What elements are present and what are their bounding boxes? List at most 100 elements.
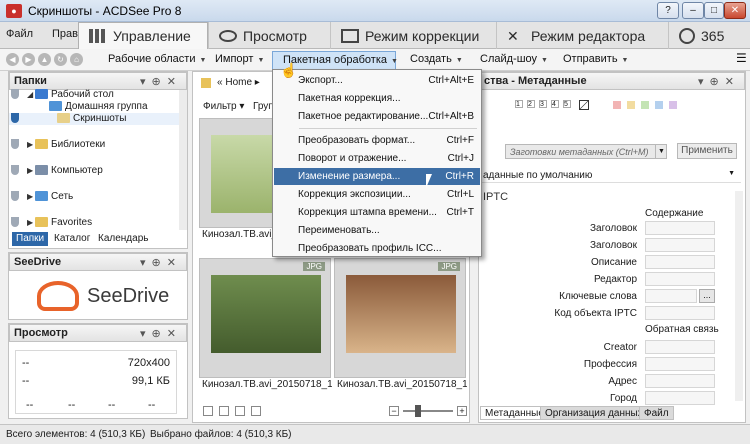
clear-label-icon[interactable] [579, 100, 589, 110]
close-button[interactable]: ✕ [724, 2, 746, 19]
tab-365[interactable]: 365 [668, 22, 750, 49]
field-input[interactable] [645, 255, 715, 269]
maximize-button[interactable]: □ [704, 2, 724, 19]
rating-3[interactable]: 3 [539, 100, 547, 108]
tab-catalog[interactable]: Каталог [50, 232, 94, 246]
menu-item-convert[interactable]: Преобразовать формат... Ctrl+F [274, 132, 480, 149]
refresh-icon[interactable]: ↻ [54, 53, 67, 66]
rotate-right-icon[interactable] [235, 406, 245, 416]
expand-icon[interactable]: ▶ [27, 166, 35, 175]
field-input[interactable] [645, 221, 715, 235]
minimize-button[interactable]: – [682, 2, 704, 19]
pin-icon[interactable]: ▾⊕✕ [140, 327, 182, 340]
rating-2[interactable]: 2 [527, 100, 535, 108]
menu-edit[interactable]: Прав [52, 28, 78, 40]
more-icon[interactable]: ☰ [736, 51, 747, 65]
field-input[interactable] [645, 306, 715, 320]
tree-item-computer[interactable]: ▶ Компьютер [11, 165, 103, 177]
color-label-green[interactable] [641, 101, 649, 109]
home-icon[interactable]: ⌂ [70, 53, 83, 66]
seedrive-logo: SeeDrive [87, 285, 170, 307]
forward-icon[interactable]: ▶ [22, 53, 35, 66]
pin-icon[interactable]: ▾⊕✕ [140, 256, 182, 269]
window-title: Скриншоты - ACDSee Pro 8 [28, 4, 182, 18]
tab-metadata[interactable]: Метаданные [480, 406, 549, 420]
send-menu[interactable]: Отправить ▼ [563, 53, 628, 65]
color-label-red[interactable] [613, 101, 621, 109]
menu-file[interactable]: Файл [6, 28, 33, 40]
tab-folders[interactable]: Папки [12, 232, 49, 246]
menu-item-export[interactable]: Экспорт... Ctrl+Alt+E [274, 72, 480, 89]
tab-view[interactable]: Просмотр [208, 22, 330, 49]
breadcrumb-home[interactable]: Home [225, 77, 252, 88]
view-icon[interactable] [203, 406, 213, 416]
expand-icon[interactable]: ▶ [27, 192, 35, 201]
help-icon[interactable]: ? [657, 2, 679, 19]
import-menu[interactable]: Импорт ▼ [215, 53, 264, 65]
back-icon[interactable]: ◀ [6, 53, 19, 66]
metadata-preset-select[interactable]: Заготовки метаданных (Ctrl+M) [505, 144, 667, 159]
zoom-slider[interactable] [403, 410, 453, 412]
field-input[interactable] [645, 272, 715, 286]
color-label-blue[interactable] [655, 101, 663, 109]
tree-item-libraries[interactable]: ▶ Библиотеки [11, 139, 105, 151]
tree-item-favorites[interactable]: ▶ Favorites [11, 217, 92, 229]
menu-item-resize[interactable]: Изменение размера... Ctrl+R [274, 168, 480, 185]
zoom-slider-handle[interactable] [415, 405, 421, 417]
tree-item-desktop[interactable]: ◢ Рабочий стол [11, 89, 114, 101]
create-menu[interactable]: Создать ▼ [410, 53, 463, 65]
rating-4[interactable]: 4 [551, 100, 559, 108]
scrollbar[interactable] [179, 90, 187, 230]
field-input[interactable] [645, 340, 715, 354]
pin-icon[interactable]: ▾⊕✕ [698, 75, 740, 88]
color-label-yellow[interactable] [627, 101, 635, 109]
group-menu[interactable]: Груп [253, 101, 274, 112]
breadcrumb[interactable]: « Home ▸ [217, 77, 260, 88]
thumbnail-3[interactable]: JPG Кинозал.ТВ.avi_20150718_14... [334, 258, 467, 390]
tab-manage[interactable]: Управление [78, 22, 208, 49]
compare-icon[interactable] [251, 406, 261, 416]
menu-item-batch-edit[interactable]: Пакетное редактирование... Ctrl+Alt+B [274, 108, 480, 125]
thumbnail-2[interactable]: JPG Кинозал.ТВ.avi_20150718_14... [199, 258, 332, 390]
tab-develop[interactable]: Режим коррекции [330, 22, 496, 49]
folder-icon [201, 78, 211, 88]
filter-menu[interactable]: Фильтр ▾ [203, 101, 244, 112]
tab-file[interactable]: Файл [639, 406, 674, 420]
pin-icon[interactable]: ▾⊕✕ [140, 75, 182, 88]
iptc-section[interactable]: IPTC [483, 191, 508, 203]
expand-icon[interactable]: ◢ [27, 90, 35, 99]
tab-calendar[interactable]: Календарь [94, 232, 152, 246]
workspaces-menu[interactable]: Рабочие области ▼ [108, 53, 206, 65]
field-input[interactable] [645, 357, 715, 371]
tab-edit[interactable]: ✕ Режим редактора [496, 22, 668, 49]
tree-item-homegroup[interactable]: Домашняя группа [49, 101, 148, 113]
zoom-in-icon[interactable]: + [457, 406, 467, 416]
slideshow-menu[interactable]: Слайд-шоу ▼ [480, 53, 548, 65]
tree-item-screenshots[interactable]: Скриншоты [9, 113, 179, 125]
menu-item-exposure[interactable]: Коррекция экспозиции... Ctrl+L [274, 186, 480, 203]
expand-icon[interactable]: ▶ [27, 218, 35, 227]
camera-icon[interactable]: ● [6, 4, 22, 18]
rotate-left-icon[interactable] [219, 406, 229, 416]
tree-item-network[interactable]: ▶ Сеть [11, 191, 73, 203]
apply-button[interactable]: Применить [677, 143, 737, 159]
menu-item-rotate[interactable]: Поворот и отражение... Ctrl+J [274, 150, 480, 167]
field-input[interactable] [645, 374, 715, 388]
tab-organize[interactable]: Организация данных [540, 406, 648, 420]
menu-item-icc[interactable]: Преобразовать профиль ICC... [274, 240, 480, 257]
expand-icon[interactable]: ▶ [27, 140, 35, 149]
field-input[interactable] [645, 289, 697, 303]
menu-item-timestamp[interactable]: Коррекция штампа времени... Ctrl+T [274, 204, 480, 221]
field-input[interactable] [645, 238, 715, 252]
keywords-browse-button[interactable]: ... [699, 289, 715, 303]
chevron-down-icon[interactable]: ▼ [655, 144, 667, 159]
color-label-purple[interactable] [669, 101, 677, 109]
up-icon[interactable]: ▲ [38, 53, 51, 66]
rating-5[interactable]: 5 [563, 100, 571, 108]
metadata-view-select[interactable]: аданные по умолчанию ▼ [479, 168, 741, 183]
menu-item-rename[interactable]: Переименовать... [274, 222, 480, 239]
menu-item-batch-adjust[interactable]: Пакетная коррекция... [274, 90, 480, 107]
rating-1[interactable]: 1 [515, 100, 523, 108]
zoom-out-icon[interactable]: − [389, 406, 399, 416]
field-input[interactable] [645, 391, 715, 405]
